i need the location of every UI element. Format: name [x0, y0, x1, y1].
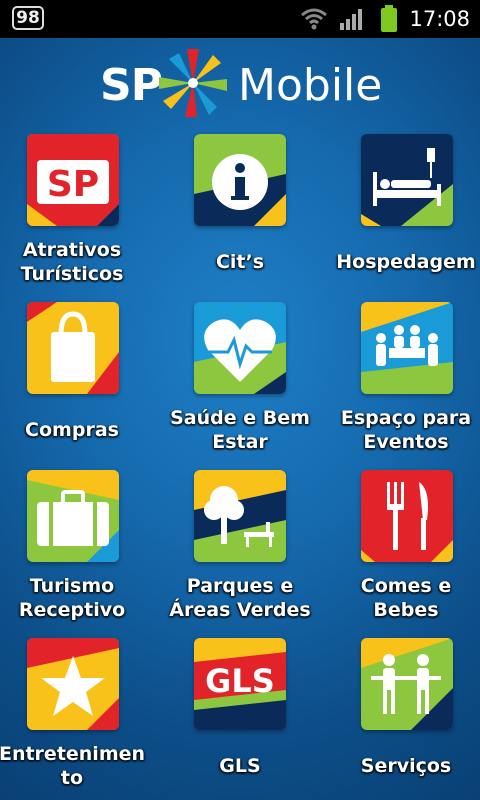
info-icon: [194, 134, 286, 226]
menu-label: Saúde e Bem Estar: [170, 407, 310, 453]
menu-label: Comes e Bebes: [360, 575, 452, 621]
gls-icon: GLS: [194, 638, 286, 730]
bed-icon: [361, 134, 453, 226]
park-icon: [194, 470, 286, 562]
clock: 17:08: [409, 7, 470, 31]
menu-label: Serviços: [360, 755, 452, 777]
logo-sp-text: SP: [100, 60, 163, 111]
menu-label: Atrativos Turísticos: [20, 239, 124, 285]
menu-label: Parques e Áreas Verdes: [169, 575, 311, 621]
status-bar: 98 17:08: [0, 0, 480, 38]
meeting-icon: [361, 302, 453, 394]
signal-icon: [340, 9, 362, 30]
menu-label: Cit’s: [215, 251, 265, 273]
menu-label: GLS: [219, 755, 261, 777]
menu-label: Hospedagem: [336, 251, 476, 273]
pinwheel-logo-icon: [159, 49, 227, 117]
menu-label: Espaço para Eventos: [340, 407, 472, 453]
sp-logo-icon: SP: [27, 134, 119, 226]
star-icon: [27, 638, 119, 730]
logo-mobile-text: Mobile: [238, 60, 383, 111]
svg-text:SP: SP: [47, 164, 99, 205]
menu-label: Compras: [25, 419, 119, 441]
heart-pulse-icon: [194, 302, 286, 394]
battery-icon: [381, 5, 397, 32]
wifi-icon: [301, 8, 327, 30]
fork-knife-icon: [361, 470, 453, 562]
suitcase-icon: [27, 470, 119, 562]
menu-label: Turismo Receptivo: [18, 575, 126, 621]
service-icon: [361, 638, 453, 730]
shopping-bag-icon: [27, 302, 119, 394]
app-screen: 98 17:08 SP Mobile SP Atrativos Turístic…: [0, 0, 480, 800]
notification-count-badge[interactable]: 98: [12, 6, 44, 30]
menu-label: Entretenimen to: [0, 743, 146, 789]
svg-text:GLS: GLS: [205, 662, 275, 700]
